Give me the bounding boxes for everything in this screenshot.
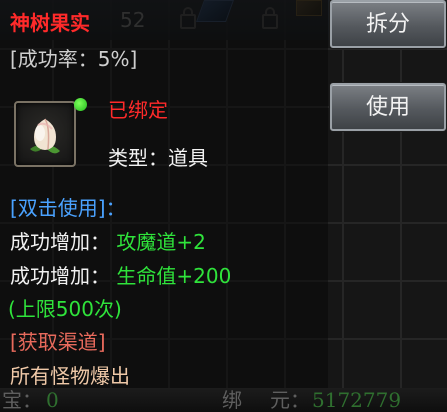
item-type: 类型：道具	[108, 146, 208, 170]
item-icon-slot	[14, 101, 76, 167]
item-name: 神树果实	[10, 11, 90, 35]
item-success-rate: [成功率：5%]	[10, 47, 138, 71]
effect-value: 攻魔道+2	[116, 230, 206, 254]
effect-label: 成功增加：	[10, 230, 110, 254]
split-button[interactable]: 拆分	[330, 0, 446, 48]
effect-line: 成功增加： 生命值+200	[10, 264, 231, 288]
effect-line: 成功增加： 攻魔道+2	[10, 230, 206, 254]
currency-yuan-label: 元：	[270, 388, 310, 412]
use-button[interactable]: 使用	[330, 83, 446, 131]
source-header: [获取渠道]	[10, 330, 106, 354]
usage-limit: (上限500次)	[8, 297, 122, 321]
usage-header: [双击使用]：	[10, 196, 126, 220]
peach-fruit-icon	[30, 118, 60, 154]
currency-bound-label: 绑	[222, 388, 242, 412]
item-type-label: 类型：	[108, 146, 168, 170]
currency-label: 宝：	[2, 388, 42, 412]
currency-value: 0	[46, 388, 59, 412]
source-text: 所有怪物爆出	[10, 364, 130, 388]
currency-yuan-value: 5172779	[312, 388, 402, 412]
item-tooltip: 神树果实 [成功率：5%] 已绑定 类型：道具 [双击使用]： 成功增加： 攻魔…	[0, 0, 328, 412]
bound-status: 已绑定	[108, 98, 168, 122]
effect-label: 成功增加：	[10, 264, 110, 288]
effect-value: 生命值+200	[116, 264, 232, 288]
bound-indicator-icon	[74, 98, 87, 111]
item-type-value: 道具	[168, 146, 208, 170]
